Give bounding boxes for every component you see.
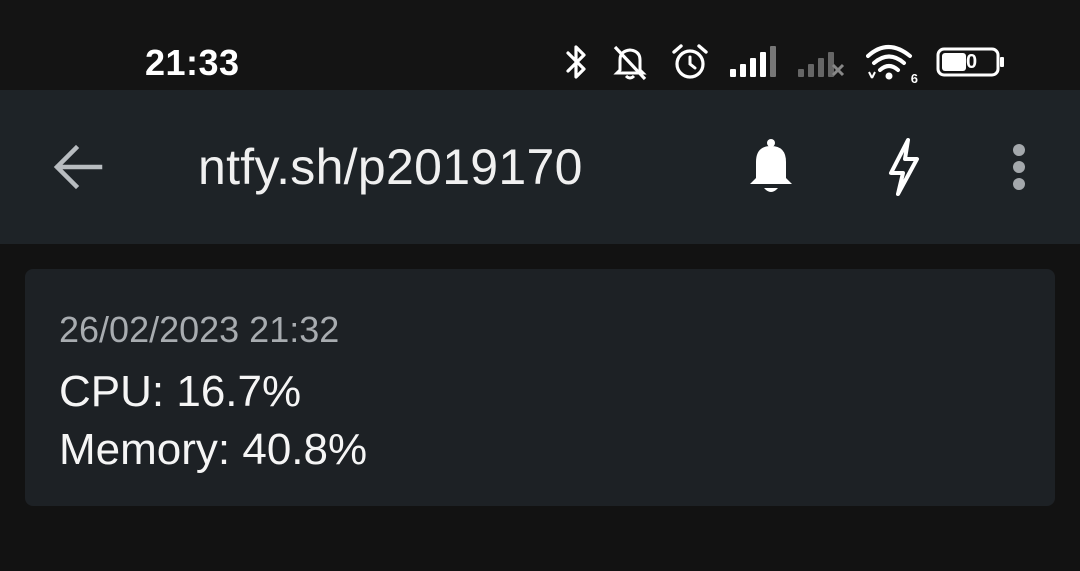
instant-delivery-button[interactable] bbox=[876, 136, 932, 202]
status-bar: 21:33 6 0 bbox=[0, 0, 1080, 90]
wifi-badge: 6 bbox=[910, 71, 918, 86]
battery-level: 0 bbox=[966, 51, 978, 73]
bell-icon bbox=[746, 138, 796, 201]
silent-mode-icon bbox=[610, 42, 650, 82]
alarm-icon bbox=[670, 42, 710, 82]
arrow-left-icon bbox=[52, 144, 104, 195]
more-options-button[interactable] bbox=[1000, 136, 1038, 202]
notifications-button[interactable] bbox=[740, 136, 802, 202]
notification-timestamp: 26/02/2023 21:32 bbox=[59, 309, 340, 350]
notification-card[interactable]: 26/02/2023 21:32 CPU: 16.7% Memory: 40.8… bbox=[25, 269, 1055, 506]
battery-icon: 0 bbox=[936, 47, 1006, 77]
more-vertical-icon bbox=[1012, 142, 1026, 197]
app-bar: ntfy.sh/p2019170 bbox=[0, 90, 1080, 244]
notification-message-line: Memory: 40.8% bbox=[59, 425, 368, 474]
back-button[interactable] bbox=[50, 144, 106, 194]
page-title: ntfy.sh/p2019170 bbox=[198, 139, 583, 195]
lightning-icon bbox=[886, 137, 922, 202]
status-time: 21:33 bbox=[145, 42, 240, 83]
status-icons: 6 0 bbox=[564, 40, 1006, 86]
wifi-icon: 6 bbox=[866, 42, 918, 86]
no-signal-icon bbox=[798, 45, 846, 79]
notification-message-line: CPU: 16.7% bbox=[59, 367, 302, 416]
bluetooth-icon bbox=[564, 43, 590, 81]
signal-strength-icon bbox=[730, 45, 778, 79]
